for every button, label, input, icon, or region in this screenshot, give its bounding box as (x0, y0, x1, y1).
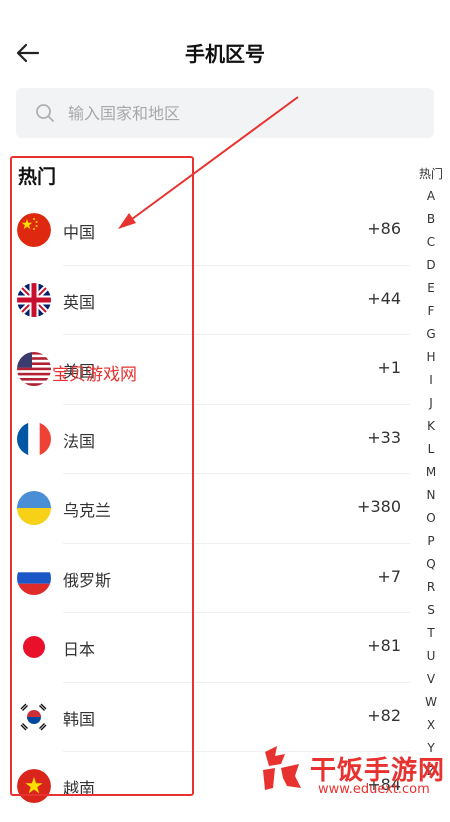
watermark-url: www.eduext.com (318, 782, 430, 797)
section-title-hot: 热门 (18, 166, 57, 188)
country-row-korea[interactable]: 韩国 +82 (0, 683, 410, 752)
usa-flag-icon (17, 352, 51, 386)
country-name: 日本 (63, 640, 96, 659)
index-letter-q[interactable]: Q (414, 553, 448, 576)
index-letter-p[interactable]: P (414, 530, 448, 553)
country-name: 越南 (63, 779, 96, 798)
korea-flag-icon (17, 699, 51, 734)
search-bar[interactable] (16, 88, 434, 138)
index-letter-k[interactable]: K (414, 415, 448, 438)
country-code: +44 (367, 288, 401, 308)
index-letter-i[interactable]: I (414, 369, 448, 392)
country-name: 英国 (63, 292, 96, 312)
country-row-france[interactable]: 法国 +33 (0, 405, 410, 474)
index-letter-t[interactable]: T (414, 622, 448, 645)
country-code: +33 (367, 427, 401, 447)
index-letter-c[interactable]: C (414, 231, 448, 254)
country-name: 俄罗斯 (63, 570, 112, 590)
index-letter-j[interactable]: J (414, 392, 448, 415)
index-letter-b[interactable]: B (414, 208, 448, 231)
watermark-text: 宝贝游戏网 (52, 365, 137, 385)
country-row-ukraine[interactable]: 乌克兰 +380 (0, 474, 410, 544)
index-hot[interactable]: 热门 (414, 163, 448, 185)
index-letter-h[interactable]: H (414, 346, 448, 369)
country-list: 中国 +86 英国 +44 美国 +1 法国 +33 乌克兰 +380 俄罗斯 … (0, 196, 410, 822)
index-letter-w[interactable]: W (414, 691, 448, 714)
ukraine-flag-icon (17, 491, 51, 525)
index-letter-x[interactable]: X (414, 714, 448, 737)
china-flag-icon (17, 213, 51, 247)
index-letter-a[interactable]: A (414, 185, 448, 208)
index-letter-d[interactable]: D (414, 254, 448, 277)
country-row-russia[interactable]: 俄罗斯 +7 (0, 544, 410, 613)
country-code: +81 (367, 636, 401, 655)
header: 手机区号 (0, 0, 450, 88)
country-code: +380 (357, 497, 401, 516)
france-flag-icon (17, 421, 51, 456)
index-letter-f[interactable]: F (414, 300, 448, 323)
brand-logo-icon (263, 746, 301, 790)
search-icon (36, 104, 54, 122)
index-letter-l[interactable]: L (414, 438, 448, 461)
country-row-china[interactable]: 中国 +86 (0, 196, 410, 266)
index-letter-v[interactable]: V (414, 668, 448, 691)
country-code: +82 (367, 705, 401, 725)
country-row-japan[interactable]: 日本 +81 (0, 613, 410, 683)
index-letter-m[interactable]: M (414, 461, 448, 484)
country-name: 中国 (63, 223, 96, 242)
index-letter-g[interactable]: G (414, 323, 448, 346)
index-letter-o[interactable]: O (414, 507, 448, 530)
uk-flag-icon (17, 282, 51, 317)
index-letter-r[interactable]: R (414, 576, 448, 599)
country-name: 韩国 (63, 709, 96, 729)
country-name: 乌克兰 (63, 501, 112, 520)
country-name: 法国 (63, 431, 96, 451)
alphabet-index-bar[interactable]: 热门 A B C D E F G H I J K L M N O P Q R S… (414, 163, 448, 783)
country-code: +86 (367, 219, 401, 238)
vietnam-flag-icon (17, 769, 51, 803)
page-title: 手机区号 (185, 42, 265, 66)
japan-flag-icon (17, 630, 51, 664)
index-letter-e[interactable]: E (414, 277, 448, 300)
search-input[interactable] (68, 88, 408, 138)
index-letter-s[interactable]: S (414, 599, 448, 622)
index-letter-u[interactable]: U (414, 645, 448, 668)
country-code: +7 (377, 566, 401, 586)
russia-flag-icon (17, 560, 51, 595)
country-code: +1 (377, 358, 401, 377)
index-letter-n[interactable]: N (414, 484, 448, 507)
country-row-uk[interactable]: 英国 +44 (0, 266, 410, 335)
